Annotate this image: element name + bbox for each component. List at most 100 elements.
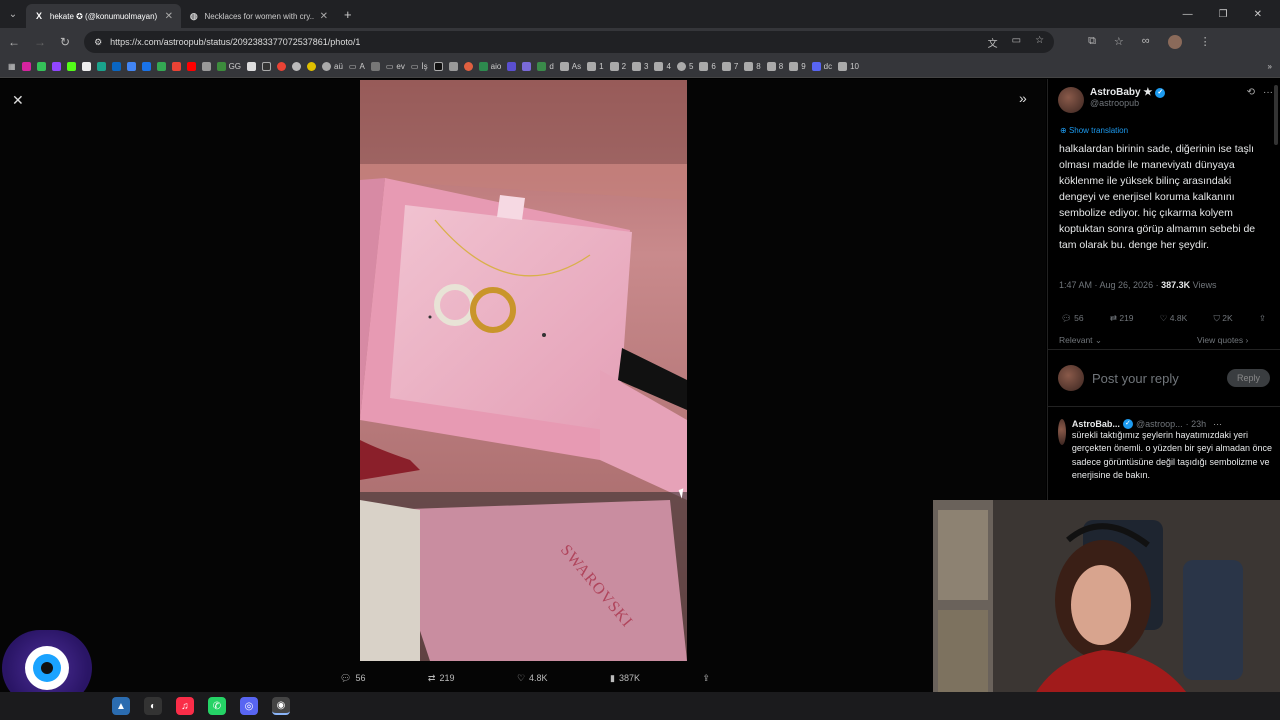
taskbar-app-icon[interactable]: ◐ xyxy=(144,697,162,715)
bookmark-d[interactable]: d xyxy=(537,62,554,71)
sort-relevant-dropdown[interactable]: Relevant ⌄ xyxy=(1059,335,1102,346)
bookmark-green[interactable] xyxy=(36,62,46,71)
extensions-icon[interactable]: ⧉ xyxy=(1088,35,1096,49)
reload-icon[interactable]: ↻ xyxy=(60,35,70,49)
bookmark-google[interactable] xyxy=(277,62,287,71)
reply-tweet[interactable]: AstroBab... ✓ @astroop... · 23h ··· süre… xyxy=(1058,419,1273,483)
collapse-sidebar-icon[interactable]: » xyxy=(1019,90,1027,106)
new-tab-button[interactable]: + xyxy=(344,7,352,22)
reply-author-handle[interactable]: @astroop... xyxy=(1136,419,1183,429)
avatar[interactable] xyxy=(1058,87,1084,113)
tab-search-chevron-icon[interactable]: ⌄ xyxy=(0,0,26,28)
tweet-timestamp[interactable]: 1:47 AM · Aug 26, 2026 · xyxy=(1059,280,1161,290)
bookmark-item[interactable] xyxy=(448,62,458,71)
scrollbar[interactable] xyxy=(1274,85,1278,145)
close-tab-icon[interactable]: ✕ xyxy=(165,11,173,22)
bookmark-7[interactable]: 7 xyxy=(721,62,738,71)
bookmark-as[interactable]: As xyxy=(559,62,581,71)
bookmark-star-icon[interactable]: ☆ xyxy=(1035,35,1044,50)
bookmark-item[interactable] xyxy=(433,62,443,71)
reply-input[interactable]: Post your reply xyxy=(1092,371,1179,386)
bookmark-3[interactable]: 3 xyxy=(632,62,648,71)
repost-action[interactable]: ⇄ 219 xyxy=(1110,313,1134,324)
bookmark-action[interactable]: ⛉ 2K xyxy=(1213,313,1232,324)
repost-action[interactable]: ⇄ 219 xyxy=(428,673,455,684)
close-icon[interactable]: ✕ xyxy=(12,92,24,109)
bookmark-dc[interactable]: dc xyxy=(811,62,832,71)
author-handle[interactable]: @astroopub xyxy=(1090,98,1165,108)
reply-author-name[interactable]: AstroBab... xyxy=(1072,419,1120,429)
bookmark-5[interactable]: 5 xyxy=(676,62,693,71)
folder-a[interactable]: ▭ A xyxy=(349,62,365,71)
maximize-icon[interactable]: ❐ xyxy=(1219,9,1228,20)
bookmark-gmail[interactable] xyxy=(171,62,181,71)
bookmark-kick[interactable] xyxy=(66,62,76,71)
show-translation-link[interactable]: ⊕ Show translation xyxy=(1060,126,1128,135)
bookmark-6[interactable]: 6 xyxy=(699,62,716,71)
reply-action[interactable]: 💬︎ 56 xyxy=(1061,313,1084,324)
bookmark-aio[interactable]: aio xyxy=(478,62,501,71)
reply-button[interactable]: Reply xyxy=(1226,369,1270,387)
close-tab-icon[interactable]: ✕ xyxy=(320,11,328,22)
tab-necklaces[interactable]: ◍ Necklaces for women with cry... ✕ xyxy=(181,4,336,28)
bookmark-item[interactable] xyxy=(262,62,272,71)
apps-grid-icon[interactable]: ▦ xyxy=(8,62,16,71)
bookmark-1[interactable]: 1 xyxy=(587,62,604,71)
bookmark-item[interactable] xyxy=(201,62,211,71)
folder-ev[interactable]: ▭ ev xyxy=(386,62,405,71)
site-info-icon[interactable]: ⚙ xyxy=(94,37,102,48)
like-action[interactable]: ♡ 4.8K xyxy=(517,673,548,684)
more-options-icon[interactable]: ··· xyxy=(1263,87,1273,113)
bookmark-10[interactable]: 10 xyxy=(838,62,859,71)
tab-active[interactable]: X hekate ✪ (@konumuolmayan) ✕ xyxy=(26,4,181,28)
bookmark-2[interactable]: 2 xyxy=(609,62,626,71)
back-icon[interactable]: ← xyxy=(8,35,20,49)
bookmark-8b[interactable]: 8 xyxy=(766,62,783,71)
author-name[interactable]: AstroBaby ★ xyxy=(1090,87,1152,98)
bookmark-item[interactable] xyxy=(507,62,517,71)
share-action[interactable]: ⇪ xyxy=(702,673,710,684)
bookmark-item[interactable] xyxy=(81,62,91,71)
bookmark-item[interactable] xyxy=(96,62,106,71)
bookmarks-icon[interactable]: ☆ xyxy=(1114,35,1124,49)
reply-time[interactable]: · 23h xyxy=(1186,419,1207,429)
reply-action[interactable]: 💬︎ 56 xyxy=(340,673,365,684)
bookmark-item[interactable] xyxy=(522,62,532,71)
profile-avatar[interactable] xyxy=(1167,35,1182,49)
bookmark-au[interactable]: aü xyxy=(322,62,343,71)
close-window-icon[interactable]: ✕ xyxy=(1254,9,1262,20)
minimize-icon[interactable]: — xyxy=(1183,9,1193,20)
omnibox[interactable]: ⚙ https://x.com/astroopub/status/2092383… xyxy=(84,31,1055,53)
bookmark-instagram[interactable] xyxy=(21,62,31,71)
taskbar-chrome-icon[interactable]: ◉ xyxy=(272,697,290,715)
bookmark-gg[interactable]: GG xyxy=(216,62,241,71)
menu-kebab-icon[interactable]: ⋮ xyxy=(1200,35,1211,49)
folder-is[interactable]: ▭ İş xyxy=(411,62,428,71)
more-bookmarks-icon[interactable]: » xyxy=(1268,62,1272,71)
bookmark-9[interactable]: 9 xyxy=(789,62,806,71)
like-action[interactable]: ♡ 4.8K xyxy=(1160,313,1187,324)
bookmark-item[interactable] xyxy=(307,62,317,71)
taskbar-app-icon[interactable]: ▲ xyxy=(112,697,130,715)
link-icon[interactable]: ∞ xyxy=(1142,35,1150,49)
more-options-icon[interactable]: ··· xyxy=(1213,419,1222,429)
bookmark-4[interactable]: 4 xyxy=(654,62,671,71)
taskbar-discord-icon[interactable]: ◎ xyxy=(240,697,258,715)
avatar[interactable] xyxy=(1058,419,1066,445)
bookmark-drive[interactable] xyxy=(156,62,166,71)
bookmark-8[interactable]: 8 xyxy=(744,62,761,71)
bookmark-item[interactable] xyxy=(292,62,302,71)
translate-icon[interactable]: 文 xyxy=(988,35,998,50)
bookmark-youtube[interactable] xyxy=(186,62,196,71)
bookmark-item[interactable] xyxy=(463,62,473,71)
grok-icon[interactable]: ⟲ xyxy=(1247,87,1255,113)
views-action[interactable]: ▮ 387K xyxy=(610,673,640,684)
bookmark-twitch[interactable] xyxy=(51,62,61,71)
bookmark-item[interactable] xyxy=(370,62,380,71)
share-action[interactable]: ⇪ xyxy=(1259,313,1266,324)
cast-icon[interactable]: ▭ xyxy=(1012,35,1021,50)
tweet-photo[interactable]: SWAROVSKI xyxy=(360,80,687,661)
forward-icon[interactable]: → xyxy=(34,35,46,49)
taskbar-whatsapp-icon[interactable]: ✆ xyxy=(208,697,226,715)
taskbar-music-icon[interactable]: ♫ xyxy=(176,697,194,715)
